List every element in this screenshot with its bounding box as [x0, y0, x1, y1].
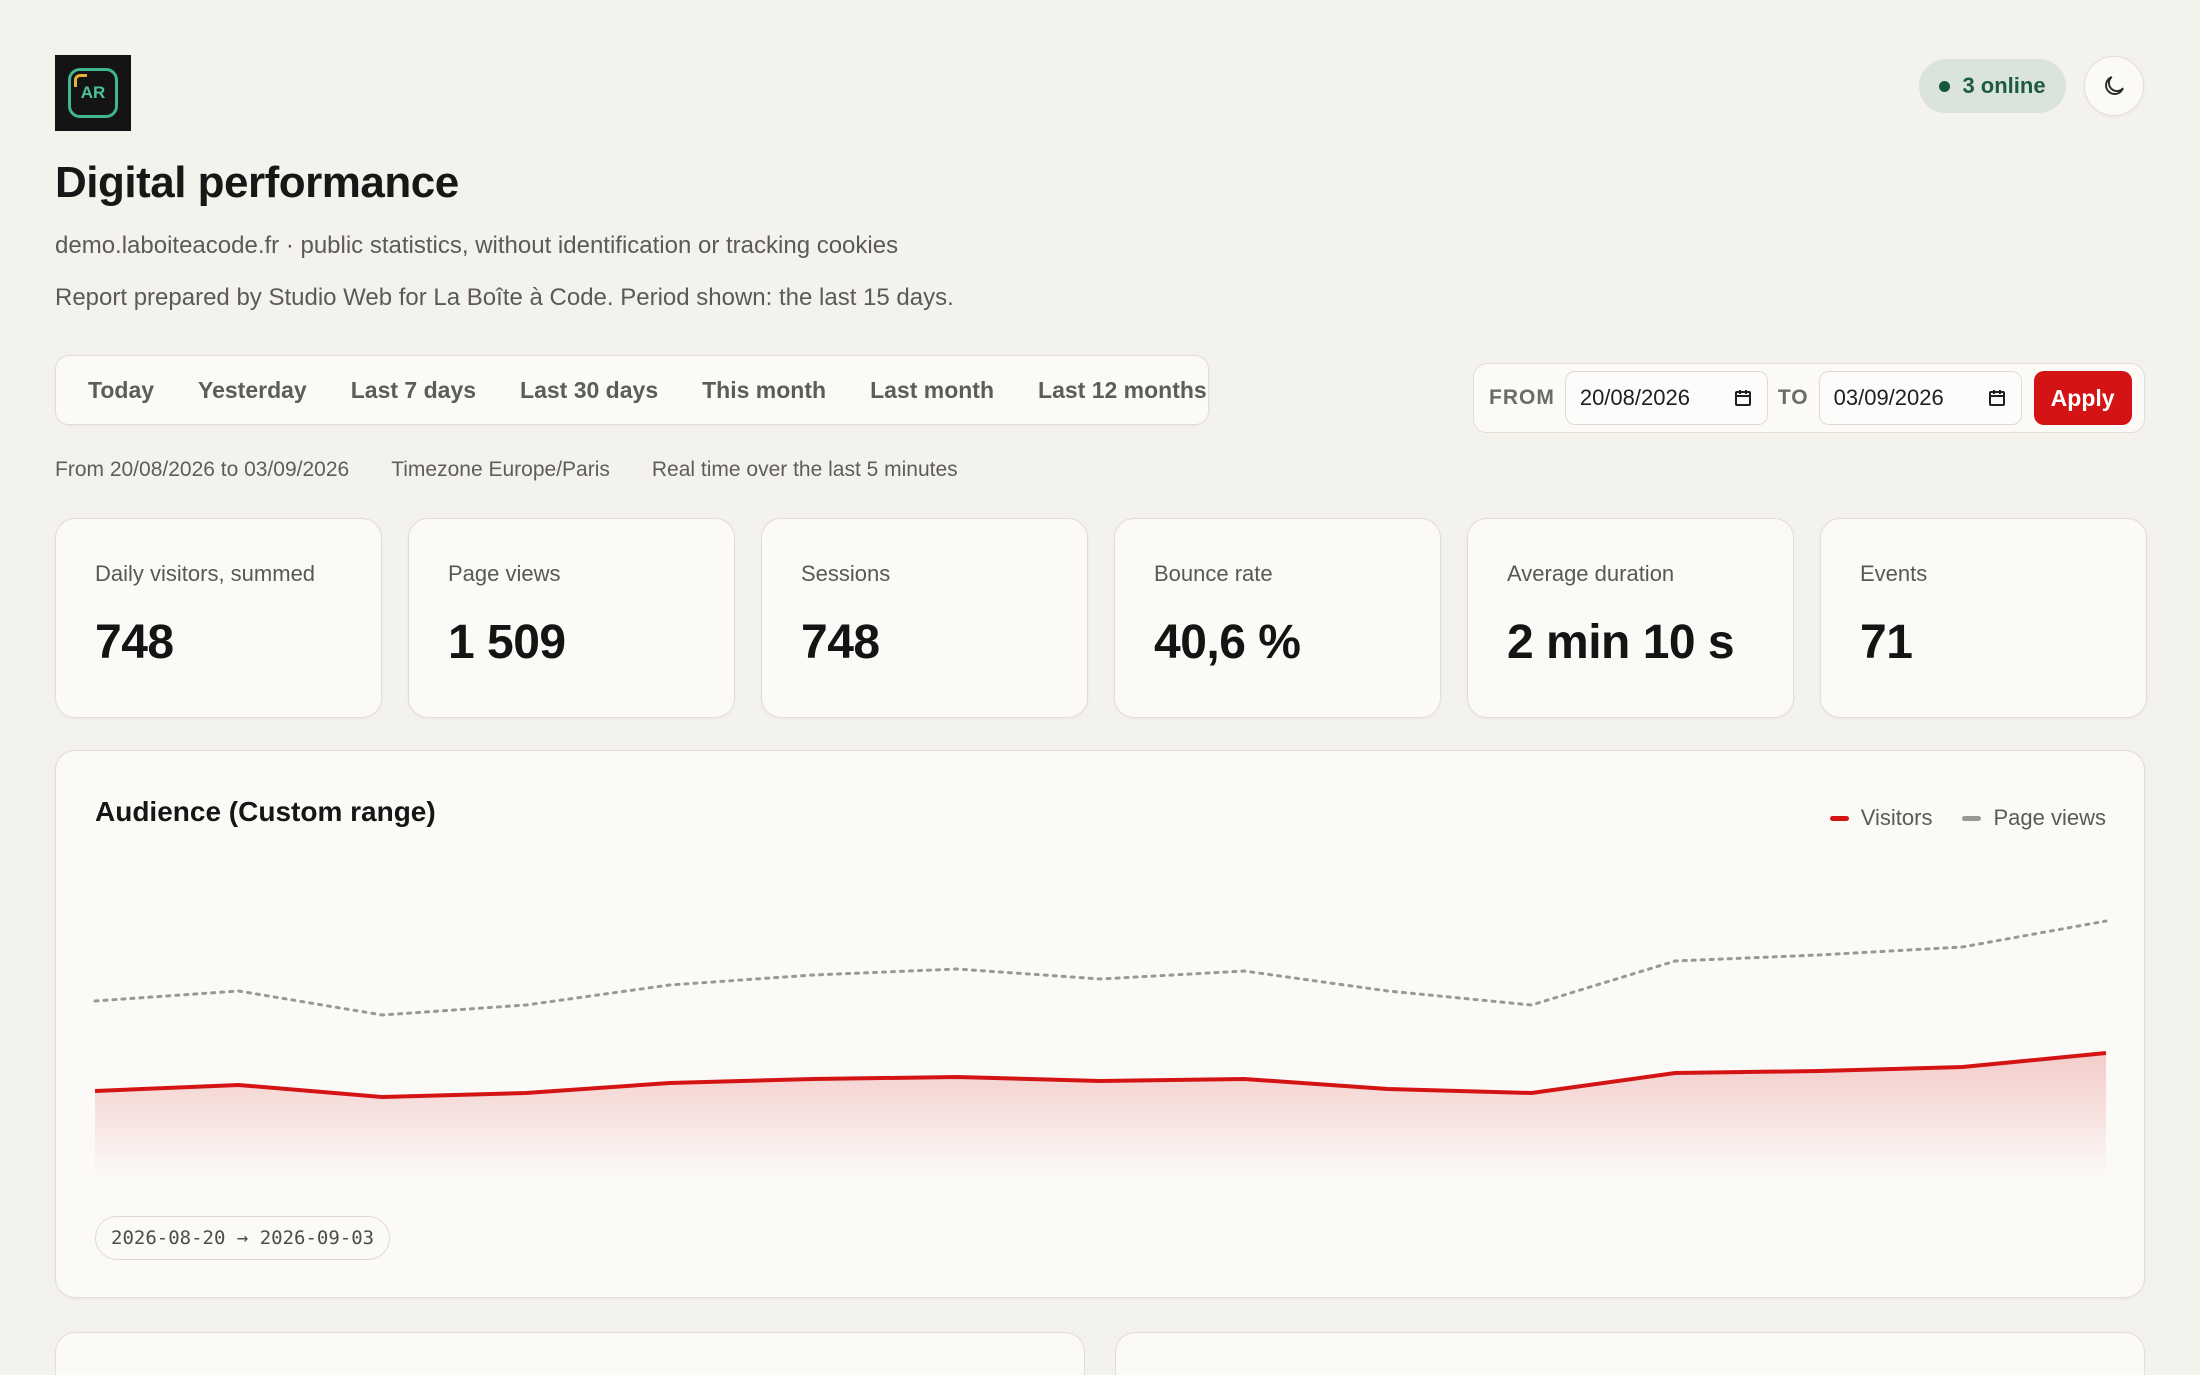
page-views-point[interactable] [1956, 941, 1968, 953]
legend-swatch-visitors [1829, 815, 1849, 821]
page-views-point[interactable] [807, 969, 819, 981]
chart-range-chip: 2026-08-20 → 2026-09-03 [95, 1216, 391, 1260]
from-date-input[interactable]: 20/08/2026 [1564, 371, 1768, 425]
chart-title: Audience (Custom range) [95, 796, 436, 827]
kpi-card-bounce-rate: Bounce rate 40,6 % [1114, 518, 1441, 718]
legend-item-page-views[interactable]: Page views [1962, 805, 2106, 831]
page-views-point[interactable] [1382, 985, 1394, 997]
kpi-label: Sessions [801, 561, 891, 586]
online-status-badge: 3 online [1919, 59, 2066, 113]
tab-last-30-days[interactable]: Last 30 days [498, 364, 680, 416]
page-views-point[interactable] [951, 963, 963, 975]
to-date-value: 03/09/2026 [1833, 385, 1944, 410]
kpi-label: Average duration [1507, 561, 1675, 586]
page-views-point[interactable] [664, 979, 676, 991]
kpi-value: 748 [801, 616, 880, 669]
visitors-point[interactable] [1669, 1067, 1681, 1079]
page-views-point[interactable] [2100, 915, 2112, 927]
legend-item-visitors[interactable]: Visitors [1829, 805, 1933, 831]
online-count: 3 online [1962, 73, 2046, 98]
page-views-point[interactable] [376, 1009, 388, 1021]
kpi-value: 2 min 10 s [1507, 616, 1735, 669]
legend-swatch-page-views [1962, 815, 1982, 821]
visitors-point[interactable] [1525, 1087, 1537, 1099]
tab-last-12-months[interactable]: Last 12 months [1016, 364, 1229, 416]
calendar-icon [1988, 390, 2005, 406]
page-views-point[interactable] [1238, 965, 1250, 977]
legend-label: Page views [1993, 805, 2106, 830]
kpi-value: 71 [1860, 616, 1913, 669]
brand-logo: AR [55, 55, 131, 131]
brand-logo-text: AR [80, 83, 106, 102]
visitors-point[interactable] [1956, 1061, 1968, 1073]
tab-last-month[interactable]: Last month [848, 364, 1016, 416]
theme-toggle-button[interactable] [2084, 56, 2144, 116]
visitors-point[interactable] [89, 1085, 101, 1097]
kpi-card-sessions: Sessions 748 [761, 518, 1088, 718]
visitors-point[interactable] [1238, 1073, 1250, 1085]
visitors-point[interactable] [807, 1073, 819, 1085]
period-range-text: From 20/08/2026 to 03/09/2026 [55, 458, 350, 481]
kpi-card-average-duration: Average duration 2 min 10 s [1467, 518, 1794, 718]
kpi-label: Page views [448, 561, 561, 586]
page-views-point[interactable] [1525, 999, 1537, 1011]
tab-yesterday[interactable]: Yesterday [176, 364, 329, 416]
report-description: Report prepared by Studio Web for La Boî… [55, 284, 954, 311]
online-dot-icon [1939, 80, 1951, 92]
visitors-point[interactable] [1095, 1075, 1107, 1087]
to-date-input[interactable]: 03/09/2026 [1818, 371, 2022, 425]
kpi-card-daily-visitors: Daily visitors, summed 748 [55, 518, 382, 718]
kpi-row: Daily visitors, summed 748 Page views 1 … [55, 518, 2147, 718]
kpi-value: 1 509 [448, 616, 566, 669]
legend-label: Visitors [1860, 805, 1933, 830]
bottom-card-left [55, 1332, 1085, 1375]
visitors-point[interactable] [1813, 1065, 1825, 1077]
page-views-point[interactable] [233, 985, 245, 997]
visitors-point[interactable] [1382, 1083, 1394, 1095]
tab-today[interactable]: Today [66, 364, 176, 416]
range-tabs: Today Yesterday Last 7 days Last 30 days… [55, 355, 1209, 425]
tab-last-7-days[interactable]: Last 7 days [329, 364, 498, 416]
brand-logo-mark: AR [68, 68, 118, 118]
visitors-point[interactable] [376, 1091, 388, 1103]
page-views-line [93, 919, 2108, 1017]
page-views-point[interactable] [1669, 955, 1681, 967]
from-date-value: 20/08/2026 [1579, 385, 1690, 410]
page-views-point[interactable] [1813, 949, 1825, 961]
apply-button[interactable]: Apply [2033, 371, 2132, 425]
page-views-point[interactable] [1095, 973, 1107, 985]
tab-this-month[interactable]: This month [680, 364, 848, 416]
moon-icon [2105, 76, 2124, 95]
to-label: TO [1777, 386, 1809, 409]
from-label: FROM [1489, 386, 1555, 409]
visitors-point[interactable] [233, 1079, 245, 1091]
page-title: Digital performance [55, 158, 459, 207]
visitors-point[interactable] [664, 1077, 676, 1089]
page-views-point[interactable] [520, 999, 532, 1011]
kpi-value: 40,6 % [1154, 616, 1301, 669]
page-subtitle: demo.laboiteacode.fr · public statistics… [55, 232, 899, 259]
calendar-icon [1734, 390, 1751, 406]
kpi-card-page-views: Page views 1 509 [408, 518, 735, 718]
kpi-card-events: Events 71 [1820, 518, 2147, 718]
visitors-point[interactable] [520, 1087, 532, 1099]
chart-legend: Visitors Page views [1829, 805, 2106, 831]
kpi-label: Bounce rate [1154, 561, 1273, 586]
bottom-card-right [1115, 1332, 2145, 1375]
period-meta: From 20/08/2026 to 03/09/2026 Timezone E… [55, 458, 958, 482]
timezone-text: Timezone Europe/Paris [391, 458, 610, 481]
visitors-point[interactable] [2100, 1047, 2112, 1059]
realtime-text: Real time over the last 5 minutes [651, 458, 958, 481]
audience-chart-card: Audience (Custom range) Visitors Page vi… [55, 750, 2145, 1298]
kpi-value: 748 [95, 616, 174, 669]
kpi-label: Events [1860, 561, 1928, 586]
page-views-point[interactable] [89, 995, 101, 1007]
custom-date-range: FROM 20/08/2026 TO 03/09/2026 Apply [1473, 363, 2145, 433]
kpi-label: Daily visitors, summed [95, 561, 316, 586]
visitors-point[interactable] [951, 1071, 963, 1083]
